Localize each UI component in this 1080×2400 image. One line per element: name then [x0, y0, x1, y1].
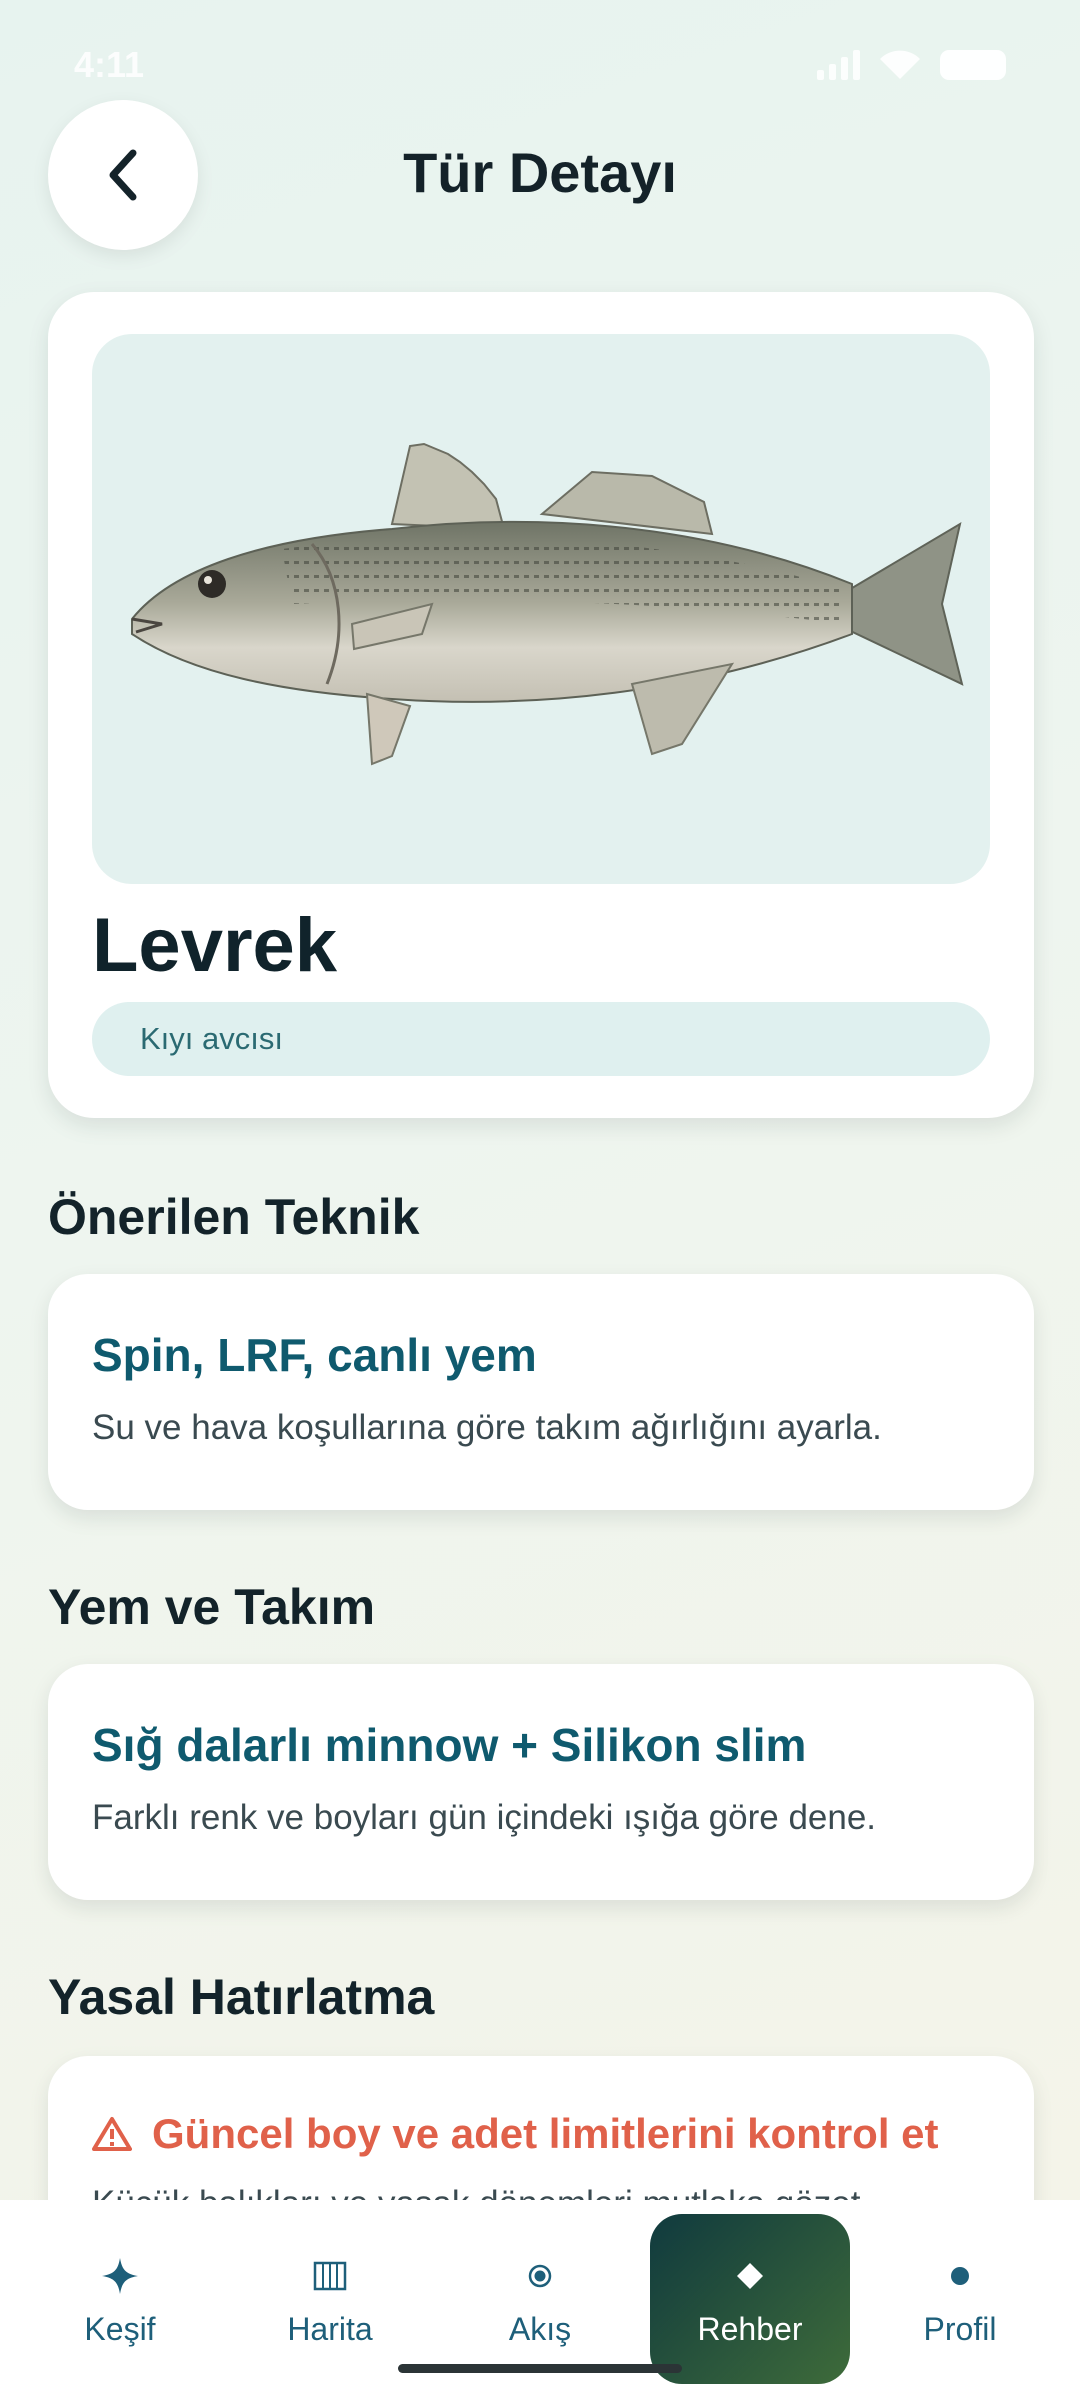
- technique-description: Su ve hava koşullarına göre takım ağırlı…: [92, 1408, 882, 1447]
- signal-icon: [817, 50, 860, 80]
- nav-item-rehber[interactable]: Rehber: [650, 2214, 850, 2384]
- nav-label-akis: Akış: [508, 2310, 572, 2347]
- nav-label-harita: Harita: [287, 2310, 373, 2347]
- legal-title: Güncel boy ve adet limitlerini kontrol e…: [152, 2110, 939, 2157]
- target-dot-icon: [528, 2264, 552, 2287]
- bait-description: Farklı renk ve boyları gün içindeki ışığ…: [92, 1798, 877, 1837]
- technique-title: Spin, LRF, canlı yem: [92, 1329, 537, 1381]
- nav-label-profil: Profil: [923, 2310, 997, 2347]
- technique-card: Spin, LRF, canlı yem Su ve hava koşullar…: [48, 1274, 1034, 1510]
- warning-icon: [92, 2117, 132, 2151]
- nav-label-rehber: Rehber: [697, 2310, 803, 2347]
- status-icons: [817, 49, 1006, 81]
- nav-item-kesif[interactable]: Keşif: [20, 2214, 220, 2384]
- nav-item-akis[interactable]: Akış: [440, 2214, 640, 2384]
- status-time: 4:11: [74, 44, 145, 85]
- sparkle-icon: [102, 2257, 138, 2294]
- section-heading-legal: Yasal Hatırlatma: [48, 1969, 435, 2025]
- bait-title: Sığ dalarlı minnow + Silikon slim: [92, 1719, 807, 1771]
- page-title: Tür Detayı: [403, 141, 677, 204]
- species-tag-badge: Kıyı avcısı: [92, 1002, 990, 1076]
- legal-warning-title-row: Güncel boy ve adet limitlerini kontrol e…: [92, 2110, 990, 2158]
- section-heading-technique: Önerilen Teknik: [48, 1189, 420, 1245]
- battery-icon: [940, 50, 1006, 80]
- map-grid-icon: [313, 2261, 347, 2290]
- section-heading-bait: Yem ve Takım: [48, 1579, 376, 1635]
- species-hero-card: Levrek Kıyı avcısı: [48, 292, 1034, 1118]
- nav-item-harita[interactable]: Harita: [230, 2214, 430, 2384]
- wifi-icon: [880, 50, 920, 79]
- fish-illustration: [131, 442, 964, 766]
- diamond-icon: [737, 2262, 763, 2289]
- bait-card: Sığ dalarlı minnow + Silikon slim Farklı…: [48, 1664, 1034, 1900]
- dot-icon: [951, 2266, 969, 2285]
- nav-label-kesif: Keşif: [84, 2310, 156, 2347]
- home-indicator[interactable]: [398, 2364, 682, 2373]
- nav-item-profil[interactable]: Profil: [860, 2214, 1060, 2384]
- species-name: Levrek: [92, 903, 338, 988]
- fish-image: [92, 334, 990, 884]
